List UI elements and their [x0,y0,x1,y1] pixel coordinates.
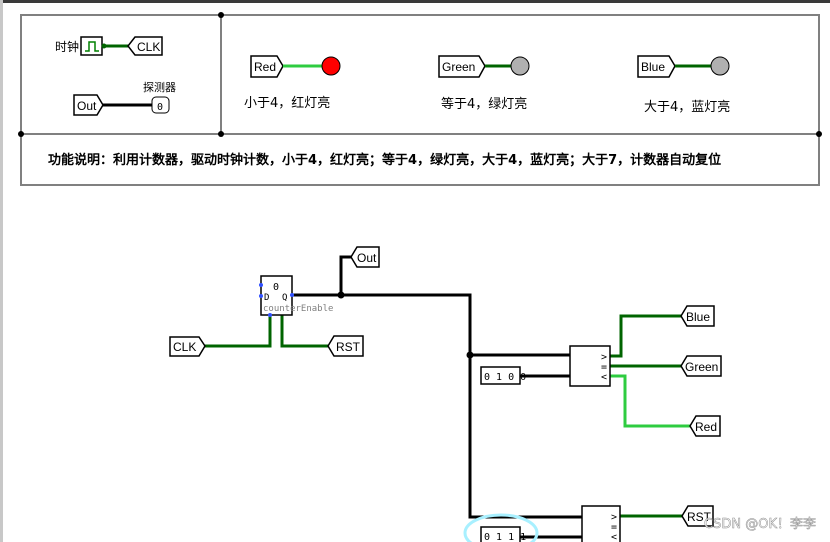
legend-red-label: Red [254,60,276,74]
count-bus [292,293,582,519]
comparator-reset-lt-label: < [611,532,617,542]
legend-green-pin[interactable]: Green [438,55,486,78]
clock-label: 时钟 [55,39,79,54]
frame-joint [816,131,822,137]
bus-junction [466,351,474,359]
comparator-lt-label: < [601,372,607,383]
red-led-icon [321,56,341,76]
window-top-edge [0,0,830,3]
blue-led-icon [710,56,730,76]
red-wire [610,374,690,428]
clk-wire [199,315,272,348]
clk-pin[interactable]: CLK [169,336,206,357]
register-value: 0 [273,282,279,293]
green-led-icon [510,56,530,76]
rst-pin[interactable]: RST [327,335,364,357]
constant-7[interactable]: 0 1 1 1 [480,526,526,542]
green-pin-label: Green [685,360,718,374]
register-pin [259,283,263,287]
rst-wire [280,315,334,348]
watermark: CSDN @OK！李李 [704,517,816,532]
register-attribute: counterEnable [263,304,333,314]
legend-out-label: Out [77,99,97,113]
rst-pin-label: RST [336,340,361,354]
blue-wire [610,314,681,358]
probe-label: 探测器 [143,81,176,94]
wire-joint [101,43,107,49]
red-pin-label: Red [695,420,717,434]
red-pin[interactable]: Red [689,415,721,437]
clock-icon[interactable] [80,36,103,56]
green-pin[interactable]: Green [680,355,722,377]
legend-panel: 时钟 CLK Out 探测器 0 Red 小于4，红灯亮 Green 等于4，绿… [18,12,822,186]
constant-4[interactable]: 0 1 0 0 [480,366,526,385]
legend-green-label: Green [442,60,475,74]
circuit-canvas: 时钟 CLK Out 探测器 0 Red 小于4，红灯亮 Green 等于4，绿… [0,0,830,542]
blue-pin-label: Blue [686,310,710,324]
legend-clk-label: CLK [137,40,160,54]
red-desc: 小于4，红灯亮 [244,95,330,111]
comparator[interactable]: > = < [569,345,611,387]
frame-joint [18,131,24,137]
register-pin [290,293,294,297]
circuit: 0 D Q counterEnable Out CLK RST 0 1 0 0 [169,246,722,542]
out-pin[interactable]: Out [350,246,380,268]
legend-red-pin[interactable]: Red [250,55,284,78]
probe-value: 0 [157,102,163,113]
register-q-label: Q [282,293,287,303]
legend-blue-pin[interactable]: Blue [637,55,676,78]
green-desc: 等于4，绿灯亮 [441,96,527,112]
comparator-reset[interactable]: > = < [581,505,621,542]
out-bus [339,255,351,295]
constant-4-value: 0 1 0 0 [484,372,526,383]
bus-junction [337,291,345,299]
register-pin [259,294,263,298]
blue-desc: 大于4，蓝灯亮 [644,99,730,115]
legend-out-pin[interactable]: Out [73,94,104,116]
legend-blue-label: Blue [641,60,665,74]
legend-clk-pin[interactable]: CLK [127,36,163,56]
frame-joint [218,131,224,137]
window-left-edge [0,0,3,542]
probe-icon[interactable]: 0 [151,96,170,114]
blue-pin[interactable]: Blue [680,305,715,327]
constant-7-value: 0 1 1 1 [484,532,526,542]
register-d-label: D [264,293,269,303]
frame-joint [218,12,224,18]
out-pin-label: Out [357,251,377,265]
clk-pin-label: CLK [173,340,196,354]
function-description: 功能说明：利用计数器，驱动时钟计数，小于4，红灯亮；等于4，绿灯亮，大于4，蓝灯… [48,152,721,168]
